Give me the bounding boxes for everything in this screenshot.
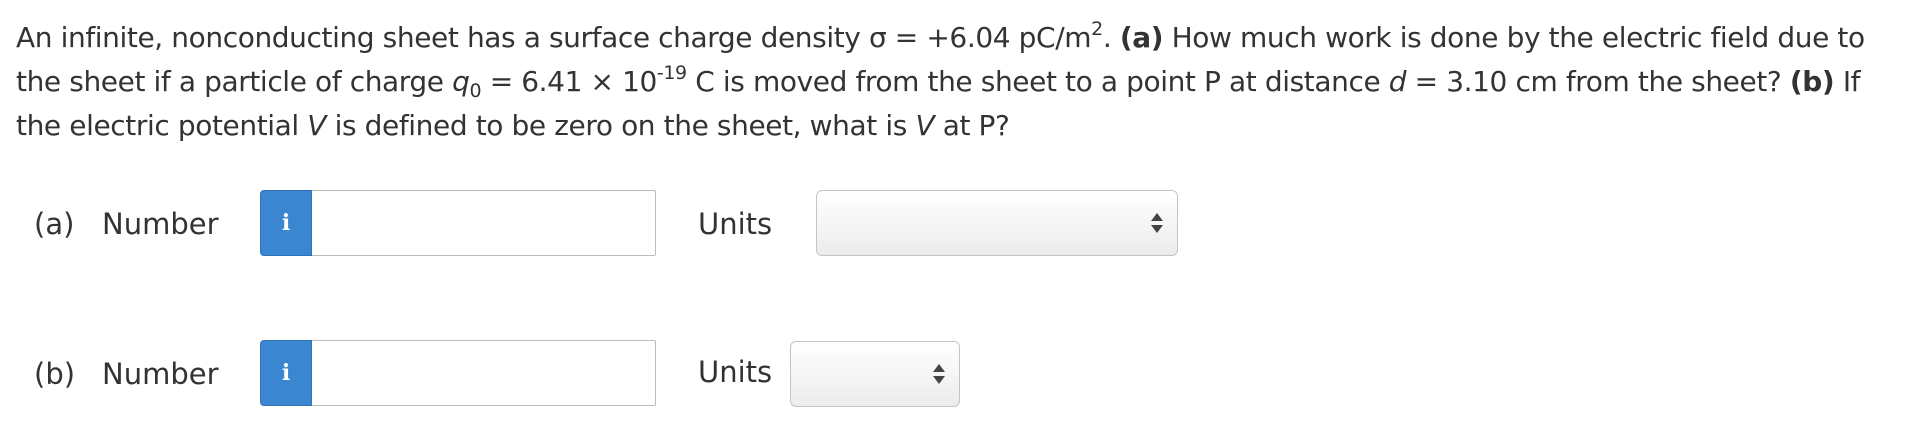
- units-select[interactable]: [790, 341, 960, 407]
- problem-text: C is moved from the sheet to a point P a…: [686, 65, 1389, 98]
- distance-variable: d: [1388, 65, 1407, 98]
- number-input[interactable]: [312, 190, 656, 256]
- answer-row-a: (a) Number i Units: [0, 190, 1916, 258]
- problem-text: = 3.10 cm from the sheet?: [1406, 65, 1790, 98]
- problem-text: is defined to be zero on the sheet, what…: [326, 109, 916, 142]
- part-label: (a): [34, 207, 75, 241]
- units-label: Units: [698, 355, 773, 389]
- units-select[interactable]: [816, 190, 1178, 256]
- problem-statement: An infinite, nonconducting sheet has a s…: [16, 16, 1900, 148]
- number-label: Number: [102, 207, 219, 241]
- part-a-marker: (a): [1119, 21, 1164, 54]
- problem-text: = 6.41 × 10: [481, 65, 658, 98]
- superscript-2: 2: [1091, 18, 1103, 40]
- up-down-arrows-icon: [933, 364, 945, 386]
- info-icon: i: [281, 360, 291, 386]
- info-button[interactable]: i: [260, 190, 312, 256]
- problem-text: An infinite, nonconducting sheet has a s…: [16, 21, 1092, 54]
- info-icon: i: [281, 210, 291, 236]
- charge-subscript: 0: [469, 80, 482, 102]
- part-b-marker: (b): [1789, 65, 1835, 98]
- units-label: Units: [698, 207, 773, 241]
- problem-text: at P?: [934, 109, 1010, 142]
- problem-text: .: [1102, 21, 1120, 54]
- up-down-arrows-icon: [1151, 213, 1163, 235]
- number-input[interactable]: [312, 340, 656, 406]
- potential-variable: V: [915, 109, 935, 142]
- potential-variable: V: [307, 109, 327, 142]
- charge-variable: q: [452, 65, 470, 98]
- exponent: -19: [656, 62, 687, 84]
- part-label: (b): [34, 357, 76, 391]
- answer-row-b: (b) Number i Units: [0, 340, 1916, 408]
- info-button[interactable]: i: [260, 340, 312, 406]
- number-label: Number: [102, 357, 219, 391]
